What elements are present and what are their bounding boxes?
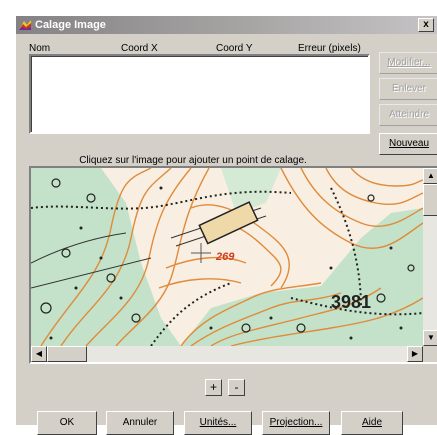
zoom-in-button[interactable]: + (205, 379, 222, 396)
unites-button[interactable]: Unités... (184, 411, 252, 435)
projection-label: Projection... (269, 417, 323, 428)
horizontal-scroll-thumb[interactable] (47, 346, 87, 362)
scroll-right-arrow-icon: ▶ (411, 349, 419, 358)
enlever-button[interactable]: Enlever (379, 78, 437, 100)
instruction-text: Cliquez sur l'image pour ajouter un poin… (79, 155, 307, 166)
map-frame: 269 3981 ▲ ▼ ◀ ▶ (29, 166, 437, 364)
annuler-button[interactable]: Annuler (106, 411, 174, 435)
scroll-up-arrow-icon: ▲ (427, 171, 435, 180)
topographic-map-image[interactable]: 269 3981 (31, 168, 423, 346)
dialog-window: Calage Image x Nom Coord X Coord Y Erreu… (16, 16, 437, 435)
ok-button[interactable]: OK (37, 411, 97, 435)
calibration-points-list[interactable] (29, 54, 370, 134)
zoom-in-icon: + (209, 380, 217, 394)
close-icon: x (423, 19, 429, 30)
title-bar[interactable]: Calage Image x (16, 16, 437, 34)
close-button[interactable]: x (418, 18, 434, 32)
scroll-left-arrow-icon: ◀ (35, 349, 43, 358)
map-label-elevation: 3981 (331, 292, 371, 312)
zoom-out-button[interactable]: - (228, 379, 245, 396)
modifier-button[interactable]: Modifier... (379, 52, 437, 74)
scroll-up-button[interactable]: ▲ (423, 168, 437, 184)
atteindre-button[interactable]: Atteindre (379, 104, 437, 126)
unites-label: Unités... (199, 417, 237, 428)
column-header-coord-x[interactable]: Coord X (121, 43, 158, 54)
window-title: Calage Image (35, 19, 106, 31)
aide-button[interactable]: Aide (341, 411, 403, 435)
atteindre-label: Atteindre (388, 109, 430, 120)
projection-button[interactable]: Projection... (262, 411, 330, 435)
aide-label: Aide (361, 417, 382, 428)
app-icon (19, 20, 31, 30)
scroll-left-button[interactable]: ◀ (31, 346, 47, 362)
map-drawing: 269 3981 (31, 168, 423, 346)
annuler-label: Annuler (122, 417, 158, 428)
map-label-red: 269 (215, 251, 235, 263)
nouveau-button[interactable]: Nouveau (379, 133, 437, 155)
vertical-scroll-thumb[interactable] (423, 184, 437, 216)
horizontal-scrollbar[interactable]: ◀ ▶ (31, 346, 423, 362)
column-header-erreur[interactable]: Erreur (pixels) (298, 43, 361, 54)
scroll-down-arrow-icon: ▼ (427, 333, 435, 342)
nouveau-label: Nouveau (388, 138, 430, 149)
scroll-down-button[interactable]: ▼ (423, 330, 437, 346)
column-header-nom[interactable]: Nom (29, 43, 50, 54)
enlever-label: Enlever (392, 83, 426, 94)
scrollbar-corner (423, 346, 437, 362)
scroll-right-button[interactable]: ▶ (407, 346, 423, 362)
ok-label: OK (59, 417, 75, 428)
vertical-scrollbar[interactable]: ▲ ▼ (423, 168, 437, 346)
modifier-label: Modifier... (387, 57, 431, 68)
zoom-out-icon: - (234, 380, 239, 394)
column-header-coord-y[interactable]: Coord Y (216, 43, 253, 54)
